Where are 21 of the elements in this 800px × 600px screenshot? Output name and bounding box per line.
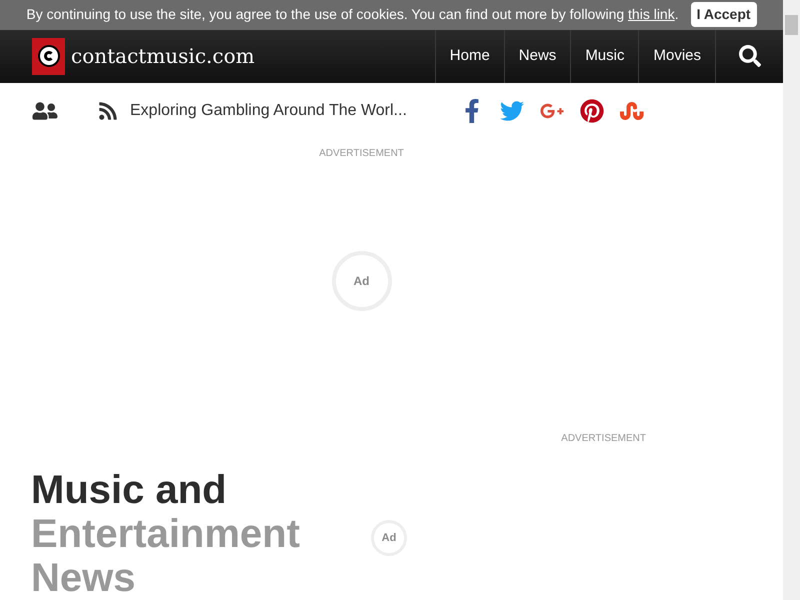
advertisement-label: ADVERTISEMENT	[561, 432, 646, 446]
users-icon[interactable]	[32, 101, 58, 122]
ad-placeholder-icon: Ad	[332, 251, 392, 311]
headline-link[interactable]: Exploring Gambling Around The Worl...	[130, 99, 450, 124]
rss-icon[interactable]	[98, 101, 118, 122]
page-heading: Music and	[31, 468, 228, 512]
cookie-policy-link[interactable]: this link	[628, 6, 675, 22]
logo-text: contactmusic.com	[71, 43, 255, 70]
advertisement-label: ADVERTISEMENT	[319, 147, 404, 161]
nav-link[interactable]: Home	[434, 30, 504, 83]
ad-placeholder-icon: Ad	[371, 520, 407, 556]
pinterest-icon[interactable]	[580, 99, 604, 124]
logo-icon	[32, 38, 65, 75]
accept-cookies-button[interactable]: I Accept	[690, 2, 757, 28]
twitter-icon[interactable]	[500, 99, 524, 124]
nav-link[interactable]: News	[504, 30, 570, 83]
nav-link[interactable]: Movies	[638, 30, 715, 83]
cookie-notice-text: By continuing to use the site, you agree to the use of cookies. You can find out more by following this link.	[26, 5, 679, 24]
search-icon	[738, 45, 760, 68]
page-heading: Entertainment News	[31, 512, 301, 600]
nav-link[interactable]: Music	[570, 30, 638, 83]
